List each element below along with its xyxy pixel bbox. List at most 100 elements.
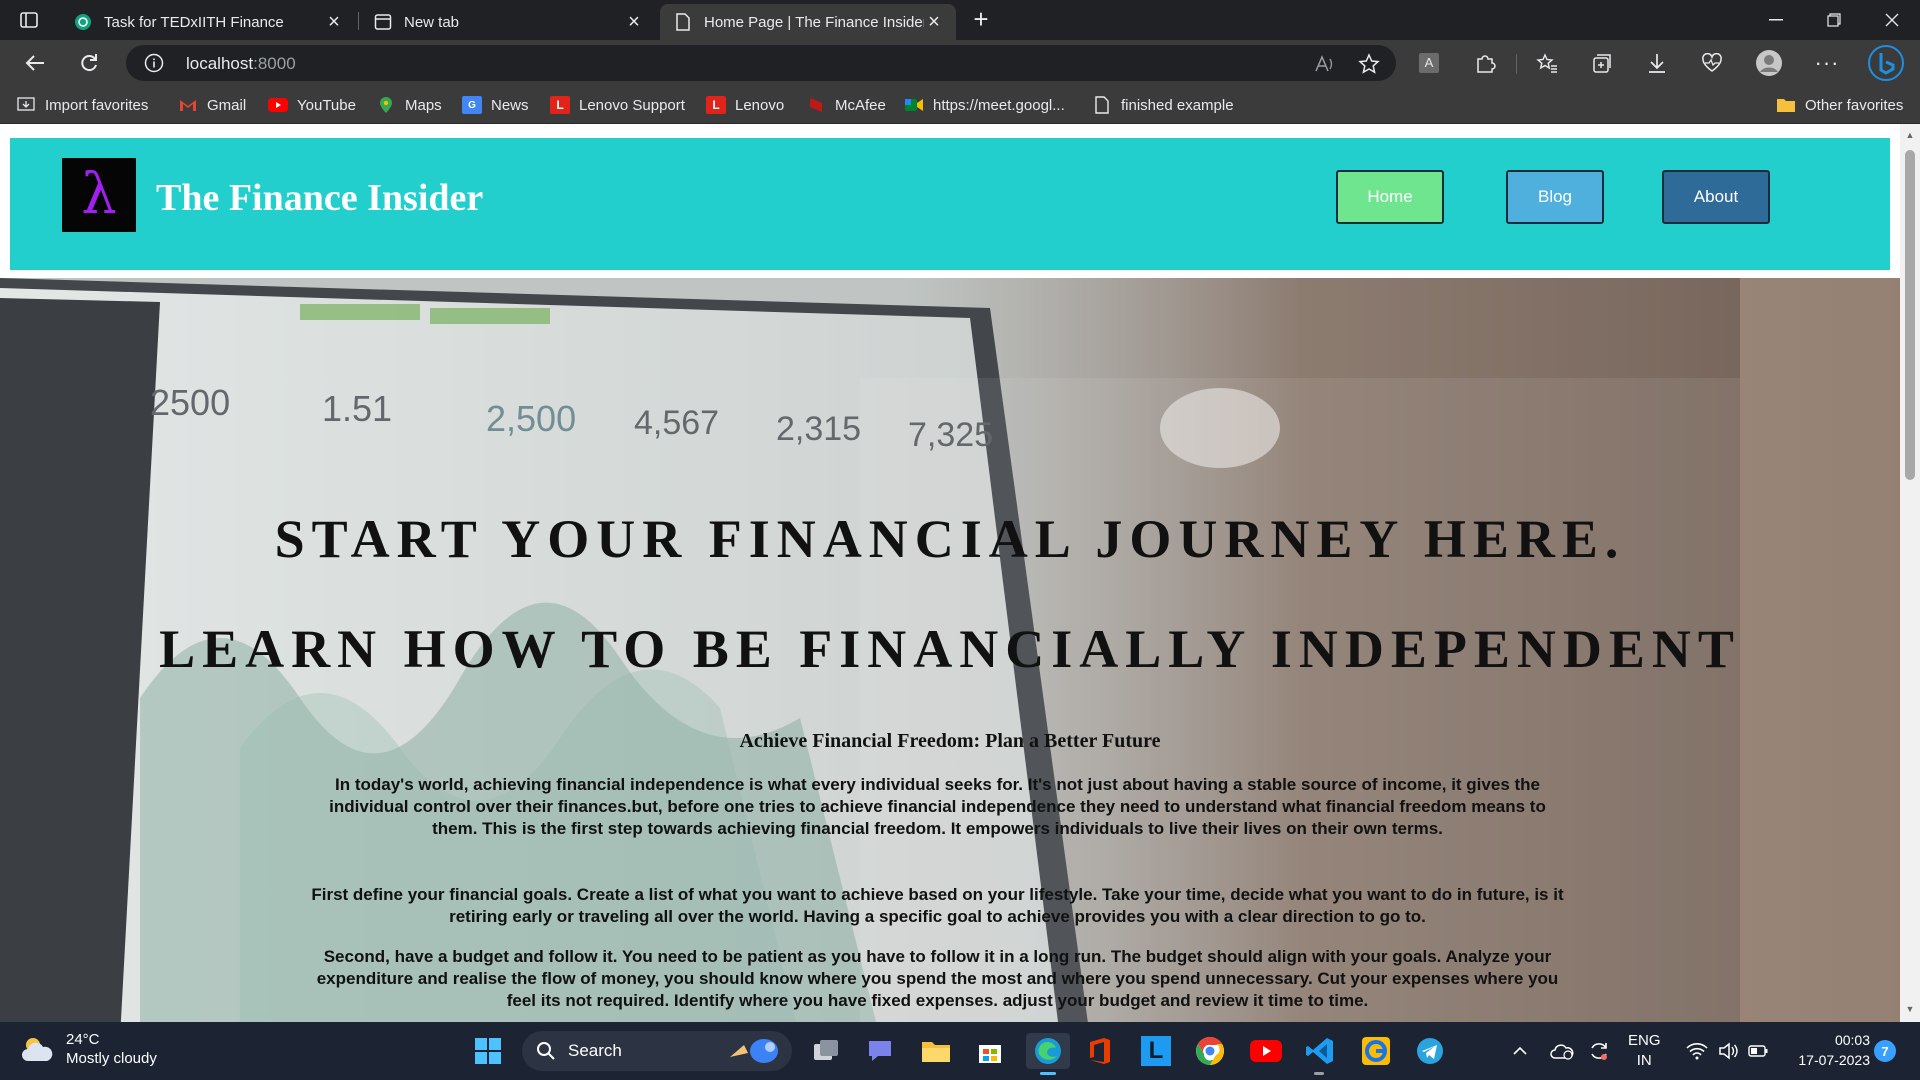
bookmark-label: Other favorites (1805, 96, 1904, 114)
scrollbar-thumb[interactable] (1905, 150, 1915, 480)
onedrive-tray-icon[interactable] (1550, 1022, 1574, 1080)
notification-badge[interactable]: 7 (1874, 1040, 1896, 1062)
google-cleaner-button[interactable] (1358, 1033, 1394, 1069)
youtube-app-button[interactable] (1248, 1033, 1284, 1069)
hero-paragraph: Second, have a budget and follow it. You… (316, 947, 1559, 1010)
other-favorites-folder[interactable]: Other favorites (1776, 94, 1903, 116)
site-header: λ The Finance Insider Home Blog About (10, 138, 1890, 270)
news-icon: G (462, 96, 482, 114)
weather-widget[interactable]: 24°C Mostly cloudy (20, 1030, 157, 1068)
tab-actions-icon (20, 12, 38, 28)
hero-paragraph: First define your financial goals. Creat… (311, 885, 1564, 926)
network-volume-battery[interactable] (1686, 1022, 1768, 1080)
collections-button[interactable] (1585, 46, 1619, 80)
bing-copilot-button[interactable] (1866, 43, 1906, 83)
tab-home-page[interactable]: Home Page | The Finance Insider × (660, 4, 956, 40)
favorites-button[interactable] (1530, 46, 1564, 80)
close-window-button[interactable] (1864, 0, 1920, 40)
store-icon (979, 1045, 1001, 1063)
extensions-button[interactable] (1468, 46, 1502, 80)
minimize-icon (1769, 19, 1783, 21)
settings-more-button[interactable]: ··· (1810, 46, 1844, 80)
active-app-indicator (1040, 1072, 1056, 1075)
favorite-star-icon[interactable] (1358, 53, 1380, 75)
microsoft-store-button[interactable] (972, 1033, 1008, 1069)
update-tray-icon[interactable] (1588, 1022, 1610, 1080)
bookmark-mcafee[interactable]: McAfee (806, 94, 886, 116)
cloudy-weather-icon (22, 1038, 53, 1061)
start-button[interactable] (470, 1033, 506, 1069)
search-icon (537, 1042, 555, 1060)
site-title: The Finance Insider (156, 177, 484, 219)
bookmark-maps[interactable]: Maps (376, 94, 442, 116)
tab-close-icon[interactable]: × (324, 11, 344, 33)
browser-toolbar: localhost:8000 A ··· (0, 40, 1920, 86)
tab-close-icon[interactable]: × (624, 11, 644, 33)
clock-time: 00:03 (1834, 1032, 1870, 1048)
edge-browser-button[interactable] (1026, 1033, 1070, 1075)
site-info-icon[interactable] (144, 53, 164, 73)
refresh-button[interactable] (72, 46, 106, 80)
show-hidden-icons-button[interactable] (1512, 1022, 1528, 1080)
windows-logo-icon (475, 1038, 501, 1064)
bookmark-lenovo-support[interactable]: L Lenovo Support (550, 94, 685, 116)
teams-chat-button[interactable] (862, 1033, 898, 1069)
tab-actions-button[interactable] (14, 8, 44, 32)
restore-icon (1827, 13, 1841, 27)
sync-icon (1591, 1043, 1607, 1060)
system-clock[interactable]: 00:03 17-07-2023 (1780, 1030, 1870, 1070)
page-scrollbar[interactable]: ▲ ▼ (1900, 124, 1920, 1022)
nav-about-button[interactable]: About (1662, 170, 1770, 224)
minimize-button[interactable] (1748, 0, 1804, 40)
translate-button[interactable]: A (1412, 46, 1446, 80)
chrome-button[interactable] (1192, 1033, 1228, 1069)
bookmark-label: Gmail (207, 96, 247, 114)
file-explorer-button[interactable] (918, 1033, 954, 1069)
bookmark-label: finished example (1121, 96, 1234, 114)
tab-new-tab[interactable]: New tab × (360, 4, 656, 40)
tab-separator (358, 12, 359, 30)
browser-essentials-button[interactable] (1695, 46, 1729, 80)
bookmark-finished-example[interactable]: finished example (1092, 94, 1234, 116)
vscode-icon (1306, 1038, 1333, 1064)
office-button[interactable] (1082, 1033, 1118, 1069)
bookmark-google-meet[interactable]: https://meet.googl... (904, 94, 1065, 116)
downloads-button[interactable] (1640, 46, 1674, 80)
chat-icon (869, 1041, 891, 1061)
profile-button[interactable] (1752, 46, 1786, 80)
close-icon (1885, 13, 1899, 27)
address-bar[interactable]: localhost:8000 (126, 45, 1396, 81)
newtab-icon (374, 13, 392, 31)
hero-paragraph: In today's world, achieving financial in… (329, 775, 1546, 838)
bookmark-gmail[interactable]: Gmail (178, 94, 246, 116)
lenovo-vantage-button[interactable]: L (1138, 1033, 1174, 1069)
restore-button[interactable] (1806, 0, 1862, 40)
download-icon (1649, 54, 1665, 73)
taskbar-search[interactable]: Search (522, 1031, 792, 1071)
read-aloud-icon[interactable] (1314, 53, 1336, 75)
tab-tedx-finance[interactable]: Task for TEDxIITH Finance × (60, 4, 356, 40)
back-button[interactable] (18, 46, 52, 80)
new-tab-button[interactable]: + (966, 6, 996, 34)
scroll-up-arrow-icon[interactable]: ▲ (1904, 130, 1916, 140)
site-logo[interactable]: λ (62, 158, 136, 232)
tab-close-icon[interactable]: × (924, 11, 944, 33)
search-label: Search (568, 1041, 622, 1060)
bookmark-lenovo[interactable]: L Lenovo (706, 94, 784, 116)
vscode-button[interactable] (1302, 1033, 1338, 1075)
more-dots-icon: ··· (1814, 50, 1840, 75)
hero-subheading: Achieve Financial Freedom: Plan a Better… (739, 730, 1161, 752)
language-indicator[interactable]: ENG IN (1628, 1022, 1661, 1080)
task-view-button[interactable] (808, 1033, 844, 1069)
lenovo-l-icon: L (1141, 1036, 1171, 1066)
bookmark-import-favorites[interactable]: Import favorites (16, 94, 148, 116)
bookmark-news[interactable]: G News (462, 94, 529, 116)
url-host: localhost (186, 54, 254, 73)
bookmark-youtube[interactable]: YouTube (268, 94, 356, 116)
telegram-button[interactable] (1412, 1033, 1448, 1069)
url-port: :8000 (253, 54, 296, 73)
favorites-icon (1536, 53, 1557, 73)
nav-blog-button[interactable]: Blog (1506, 170, 1604, 224)
nav-home-button[interactable]: Home (1336, 170, 1444, 224)
scroll-down-arrow-icon[interactable]: ▼ (1904, 1004, 1916, 1014)
